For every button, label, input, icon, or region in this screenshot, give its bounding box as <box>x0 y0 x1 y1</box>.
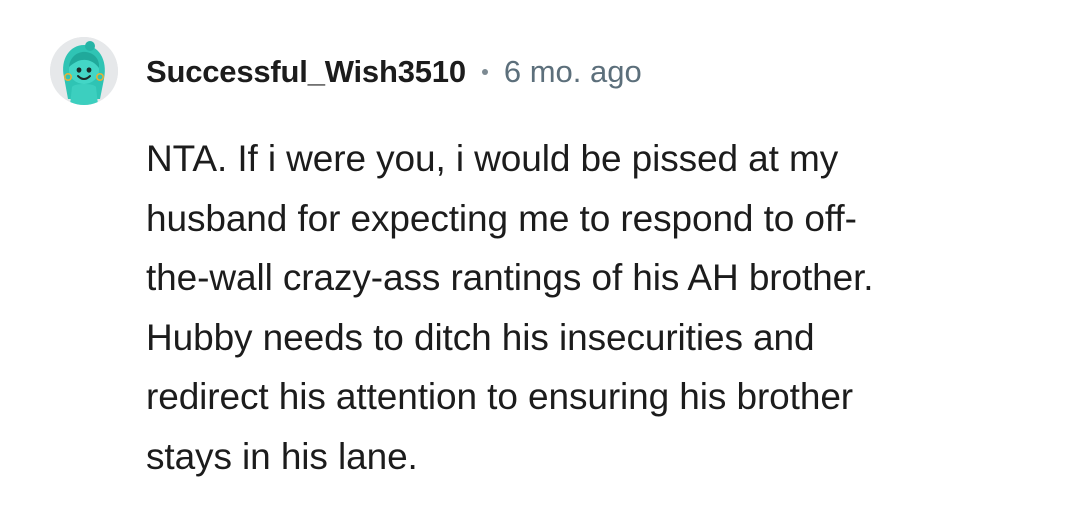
snoo-avatar-icon <box>50 37 118 105</box>
comment-body-line: stays in his lane. <box>146 435 418 477</box>
separator-dot <box>481 69 488 75</box>
user-avatar-icon[interactable] <box>50 37 118 105</box>
comment-body: NTA. If i were you, i would be pissed at… <box>146 129 1046 486</box>
comment-body-line: Hubby needs to ditch his insecurities an… <box>146 316 815 358</box>
comment-timestamp[interactable]: 6 mo. ago <box>504 54 642 90</box>
comment-header: Successful_Wish3510 6 mo. ago <box>146 52 642 92</box>
comment-body-line: redirect his attention to ensuring his b… <box>146 376 854 417</box>
comment-body-line: NTA. If i were you, i would be pissed at… <box>146 138 839 179</box>
comment-body-line: husband for expecting me to respond to o… <box>146 197 857 239</box>
comment: Successful_Wish3510 6 mo. ago NTA. If i … <box>0 0 1080 517</box>
username-link[interactable]: Successful_Wish3510 <box>146 54 466 90</box>
comment-body-line: the-wall crazy-ass rantings of his AH br… <box>146 257 874 298</box>
